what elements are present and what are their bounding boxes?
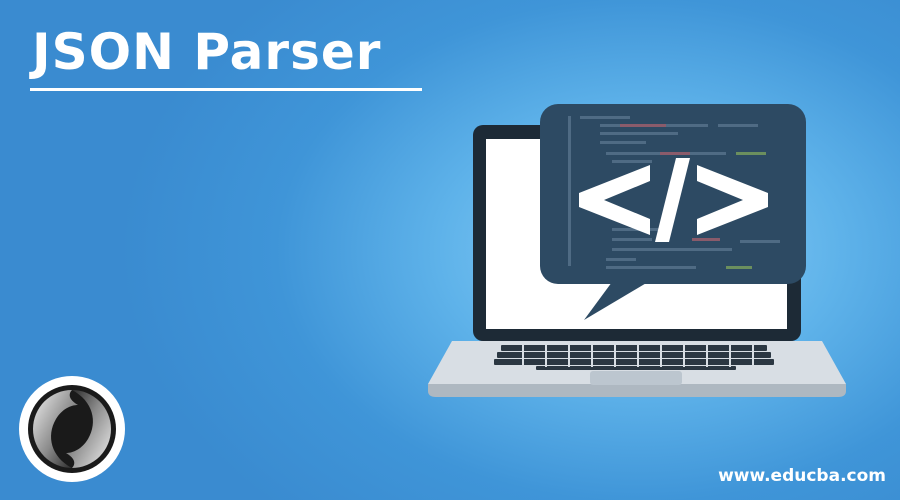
- laptop-illustration: [428, 104, 846, 397]
- website-url[interactable]: www.educba.com: [718, 466, 886, 486]
- banner: JSON Parser www.educba.com: [0, 0, 900, 500]
- json-logo-icon: [19, 376, 125, 482]
